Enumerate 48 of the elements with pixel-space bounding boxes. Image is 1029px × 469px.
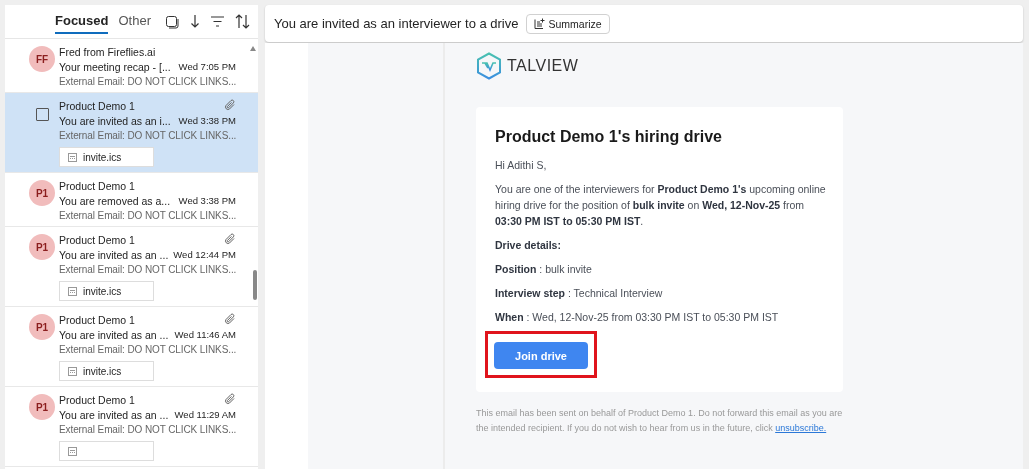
folder-tab[interactable]: Focused xyxy=(55,9,109,34)
preview-text: External Email: DO NOT CLICK LINKS... xyxy=(59,343,236,357)
body-paragraph: You are one of the interviewers for Product Demo 1's upcoming online hiring drive for the position of bulk invite on Wed, 12-Nov-25 from 03:30 PM IST to 05:30 PM IST. xyxy=(495,182,827,229)
attachment-chip[interactable]: invite.ics xyxy=(59,361,154,381)
time-text: Wed 11:46 AM xyxy=(174,329,236,340)
sender-name: Product Demo 1 xyxy=(59,233,135,246)
sender-name: Product Demo 1 xyxy=(59,313,135,326)
preview-text: External Email: DO NOT CLICK LINKS... xyxy=(59,129,236,143)
sender-name: Product Demo 1 xyxy=(59,99,135,112)
detail-line: Interview step : Technical Interview xyxy=(495,286,664,301)
preview-text: External Email: DO NOT CLICK LINKS... xyxy=(59,209,236,223)
greeting-text: Hi Adithi S, xyxy=(495,158,548,173)
avatar: P1 xyxy=(29,314,55,340)
message-item[interactable]: Product Demo 1 You are invited as an i... Wed 3:38 PM External Email: DO NOT CLICK LINKS... invite.ics xyxy=(5,93,258,173)
subject-text: Your meeting recap - [... xyxy=(59,60,171,73)
subject-text: You are invited as an ... xyxy=(59,408,169,421)
subject-text: You are removed as a... xyxy=(59,194,171,207)
subject-text: You are invited as an i... xyxy=(59,114,171,127)
time-text: Wed 7:05 PM xyxy=(178,61,236,72)
subject-text: You are invited as an ... xyxy=(59,248,169,261)
time-text: Wed 11:29 AM xyxy=(174,409,236,420)
avatar: P1 xyxy=(29,234,55,260)
summarize-button[interactable]: Summarize xyxy=(525,13,610,34)
preview-text: External Email: DO NOT CLICK LINKS... xyxy=(59,263,236,277)
section-title: Drive details: xyxy=(495,238,562,253)
time-text: Wed 3:38 PM xyxy=(178,115,236,126)
avatar: P1 xyxy=(29,394,55,420)
logo-text: TALVIEW xyxy=(507,57,579,75)
attachment-chip[interactable]: invite.ics xyxy=(59,147,154,167)
attachment-chip[interactable]: invite.ics xyxy=(59,281,154,301)
time-text: Wed 12:44 PM xyxy=(173,249,236,260)
preview-text: External Email: DO NOT CLICK LINKS... xyxy=(59,423,236,437)
sender-name: Product Demo 1 xyxy=(59,179,135,192)
sender-name: Fred from Fireflies.ai xyxy=(59,45,156,58)
folder-tab[interactable]: Other xyxy=(118,9,151,34)
preview-text: External Email: DO NOT CLICK LINKS... xyxy=(59,75,236,89)
sender-name: Product Demo 1 xyxy=(59,393,135,406)
email-subject: You are invited as an interviewer to a drive xyxy=(274,16,519,31)
detail-line: When : Wed, 12-Nov-25 from 03:30 PM IST to 05:30 PM IST xyxy=(495,310,780,325)
subject-text: You are invited as an ... xyxy=(59,328,169,341)
email-heading: Product Demo 1's hiring drive xyxy=(495,127,723,147)
footer-text: This email has been sent on behalf of Product Demo 1. Do not forward this email as you are the intended recipient. If you do not wish to hear from us in the future, click unsubscribe. xyxy=(476,407,844,435)
unsubscribe-link[interactable]: unsubscribe. xyxy=(775,423,827,433)
detail-line: Position : bulk invite xyxy=(495,262,593,277)
avatar: FF xyxy=(29,46,55,72)
time-text: Wed 3:38 PM xyxy=(178,195,236,206)
join-drive-button[interactable]: Join drive xyxy=(494,342,588,369)
avatar: P1 xyxy=(29,180,55,206)
